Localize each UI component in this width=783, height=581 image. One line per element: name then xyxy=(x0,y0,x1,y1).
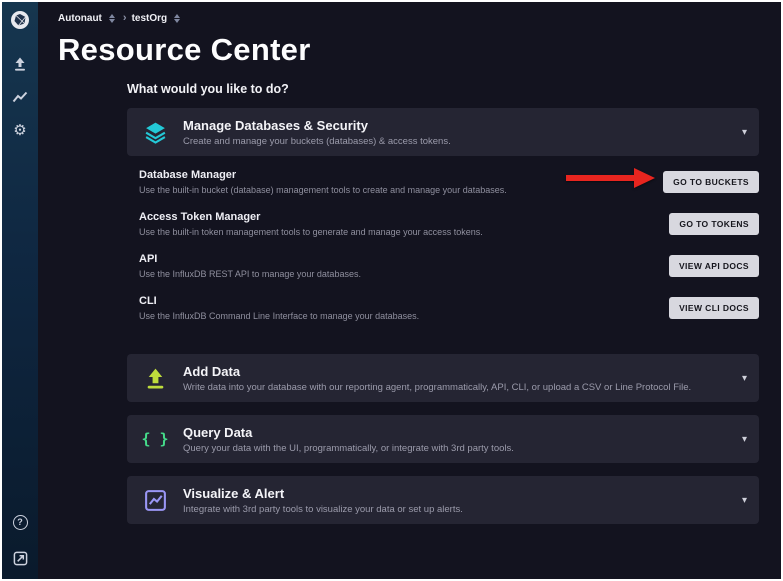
gear-glyph: ⚙ xyxy=(13,123,26,138)
breadcrumb-org[interactable]: Autonaut xyxy=(58,13,102,24)
panel-header-text: Visualize & Alert Integrate with 3rd par… xyxy=(183,486,463,515)
go-to-buckets-button[interactable]: GO TO BUCKETS xyxy=(663,171,759,193)
view-cli-docs-button[interactable]: VIEW CLI DOCS xyxy=(669,297,759,319)
line-chart-icon xyxy=(127,488,183,513)
panel-title: Add Data xyxy=(183,364,691,379)
row-description: Use the built-in token management tools … xyxy=(139,227,483,237)
section-query-data: { } Query Data Query your data with the … xyxy=(127,415,759,463)
panel-title: Visualize & Alert xyxy=(183,486,463,501)
row-description: Use the InfluxDB Command Line Interface … xyxy=(139,311,419,321)
view-api-docs-button[interactable]: VIEW API DOCS xyxy=(669,255,759,277)
section-manage-databases: Manage Databases & Security Create and m… xyxy=(127,108,759,341)
row-cli: CLI Use the InfluxDB Command Line Interf… xyxy=(139,295,759,321)
panel-header-text: Manage Databases & Security Create and m… xyxy=(183,118,451,147)
data-explorer-icon[interactable] xyxy=(11,88,29,106)
org-switcher-icon[interactable] xyxy=(109,14,115,23)
chevron-down-icon[interactable]: ▾ xyxy=(742,127,747,138)
project-switcher-icon[interactable] xyxy=(174,14,180,23)
panel-body-manage-databases: Database Manager Use the built-in bucket… xyxy=(127,156,759,341)
panel-description: Write data into your database with our r… xyxy=(183,382,691,393)
row-title: Access Token Manager xyxy=(139,211,483,223)
panel-manage-databases-security[interactable]: Manage Databases & Security Create and m… xyxy=(127,108,759,156)
chevron-down-icon[interactable]: ▾ xyxy=(742,373,747,384)
panel-query-data[interactable]: { } Query Data Query your data with the … xyxy=(127,415,759,463)
braces-icon: { } xyxy=(127,430,183,448)
row-description: Use the built-in bucket (database) manag… xyxy=(139,185,507,195)
settings-gear-icon[interactable]: ⚙ xyxy=(11,121,29,139)
annotation-arrow-icon xyxy=(566,168,656,188)
row-access-token-manager: Access Token Manager Use the built-in to… xyxy=(139,211,759,237)
load-data-icon[interactable] xyxy=(11,55,29,73)
help-icon[interactable]: ? xyxy=(11,513,29,531)
panel-visualize-alert[interactable]: Visualize & Alert Integrate with 3rd par… xyxy=(127,476,759,524)
chevron-down-icon[interactable]: ▾ xyxy=(742,434,747,445)
section-add-data: Add Data Write data into your database w… xyxy=(127,354,759,402)
panel-title: Manage Databases & Security xyxy=(183,118,451,133)
question-mark-glyph: ? xyxy=(13,515,28,530)
section-visualize-alert: Visualize & Alert Integrate with 3rd par… xyxy=(127,476,759,524)
feedback-icon[interactable] xyxy=(11,549,29,567)
panel-title: Query Data xyxy=(183,425,514,440)
panel-header-text: Query Data Query your data with the UI, … xyxy=(183,425,514,454)
row-api: API Use the InfluxDB REST API to manage … xyxy=(139,253,759,279)
row-title: Database Manager xyxy=(139,169,507,181)
influxdata-logo-icon[interactable] xyxy=(10,10,30,35)
panel-description: Integrate with 3rd party tools to visual… xyxy=(183,504,463,515)
resource-center-content: What would you like to do? Manage Databa… xyxy=(127,82,759,524)
panel-header-text: Add Data Write data into your database w… xyxy=(183,364,691,393)
upload-icon xyxy=(127,366,183,391)
breadcrumb-separator-icon: › xyxy=(123,12,127,24)
panel-description: Query your data with the UI, programmati… xyxy=(183,443,514,454)
row-title: CLI xyxy=(139,295,419,307)
braces-glyph: { } xyxy=(141,430,168,448)
breadcrumb-project[interactable]: testOrg xyxy=(132,13,168,24)
go-to-tokens-button[interactable]: GO TO TOKENS xyxy=(669,213,759,235)
panel-add-data[interactable]: Add Data Write data into your database w… xyxy=(127,354,759,402)
panel-description: Create and manage your buckets (database… xyxy=(183,136,451,147)
layers-icon xyxy=(127,120,183,145)
row-description: Use the InfluxDB REST API to manage your… xyxy=(139,269,361,279)
main-content: Autonaut › testOrg Resource Center What … xyxy=(38,2,781,579)
row-title: API xyxy=(139,253,361,265)
row-database-manager: Database Manager Use the built-in bucket… xyxy=(139,169,759,195)
page-title: Resource Center xyxy=(58,32,781,68)
breadcrumb: Autonaut › testOrg xyxy=(58,12,781,24)
app-window: ⚙ ? Autonaut › testOrg Resource Center xyxy=(0,0,783,581)
page-subtitle: What would you like to do? xyxy=(127,82,759,96)
sidebar: ⚙ ? xyxy=(2,2,38,579)
chevron-down-icon[interactable]: ▾ xyxy=(742,495,747,506)
